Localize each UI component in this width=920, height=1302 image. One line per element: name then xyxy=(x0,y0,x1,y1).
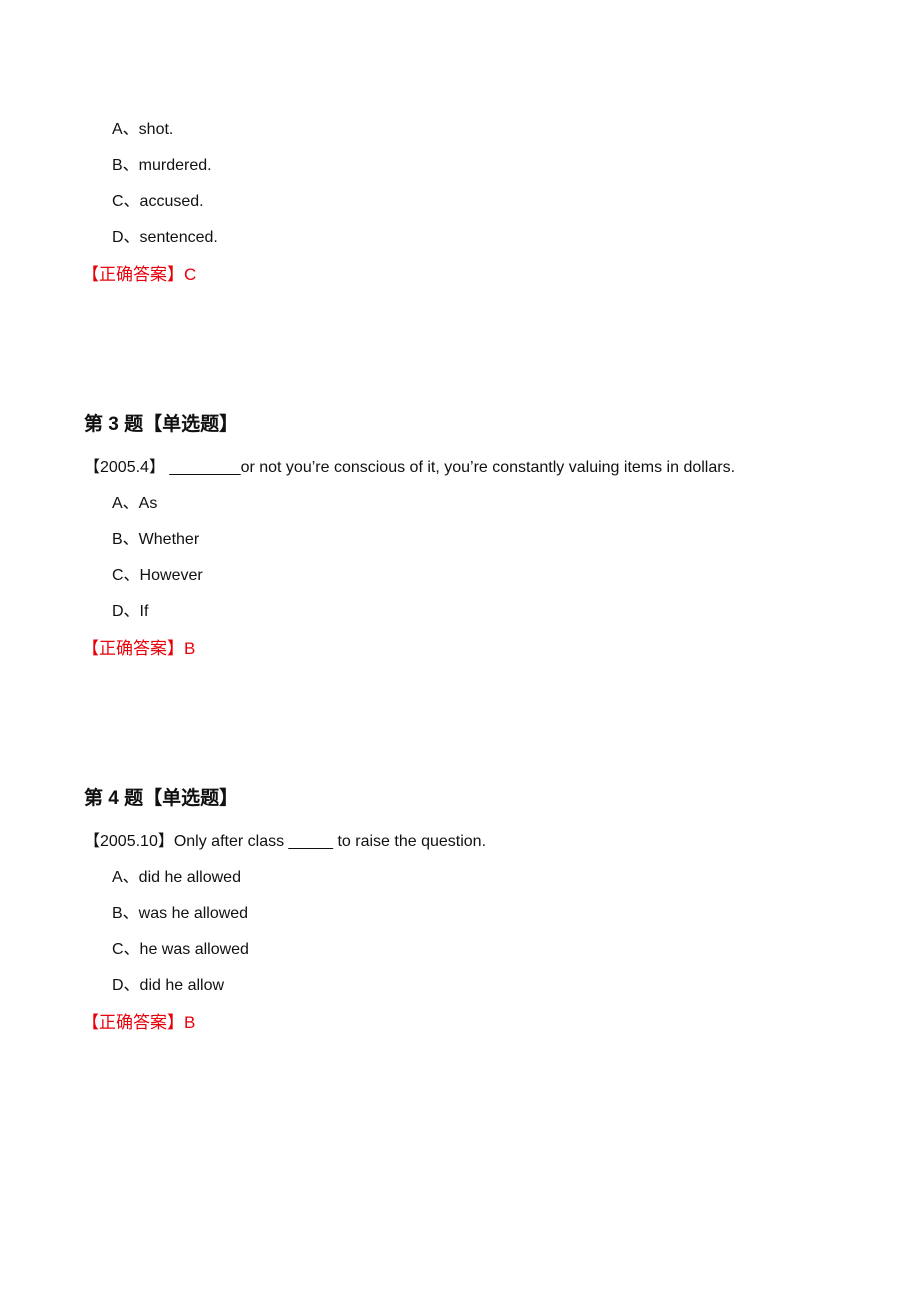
correct-answer: 【正确答案】C xyxy=(82,265,197,284)
option-a: A、As xyxy=(112,495,158,512)
option-d: D、sentenced. xyxy=(112,229,218,246)
option-c: C、However xyxy=(112,567,203,584)
option-d: D、If xyxy=(112,603,149,620)
question-text: 【2005.10】Only after class _____ to raise… xyxy=(84,833,487,850)
question-heading: 第 3 题【单选题】 xyxy=(84,414,239,435)
document-page: A、shot. B、murdered. C、accused. D、sentenc… xyxy=(0,0,920,1302)
option-c: C、he was allowed xyxy=(112,941,249,958)
correct-answer: 【正确答案】B xyxy=(82,1013,196,1032)
option-c: C、accused. xyxy=(112,193,204,210)
option-a: A、shot. xyxy=(112,121,174,138)
option-b: B、murdered. xyxy=(112,157,212,174)
option-a: A、did he allowed xyxy=(112,869,241,886)
correct-answer: 【正确答案】B xyxy=(82,639,196,658)
question-text: 【2005.4】 ________or not you’re conscious… xyxy=(84,459,736,476)
option-d: D、did he allow xyxy=(112,977,225,994)
question-heading: 第 4 题【单选题】 xyxy=(84,788,239,809)
option-b: B、was he allowed xyxy=(112,905,249,922)
option-b: B、Whether xyxy=(112,531,200,548)
